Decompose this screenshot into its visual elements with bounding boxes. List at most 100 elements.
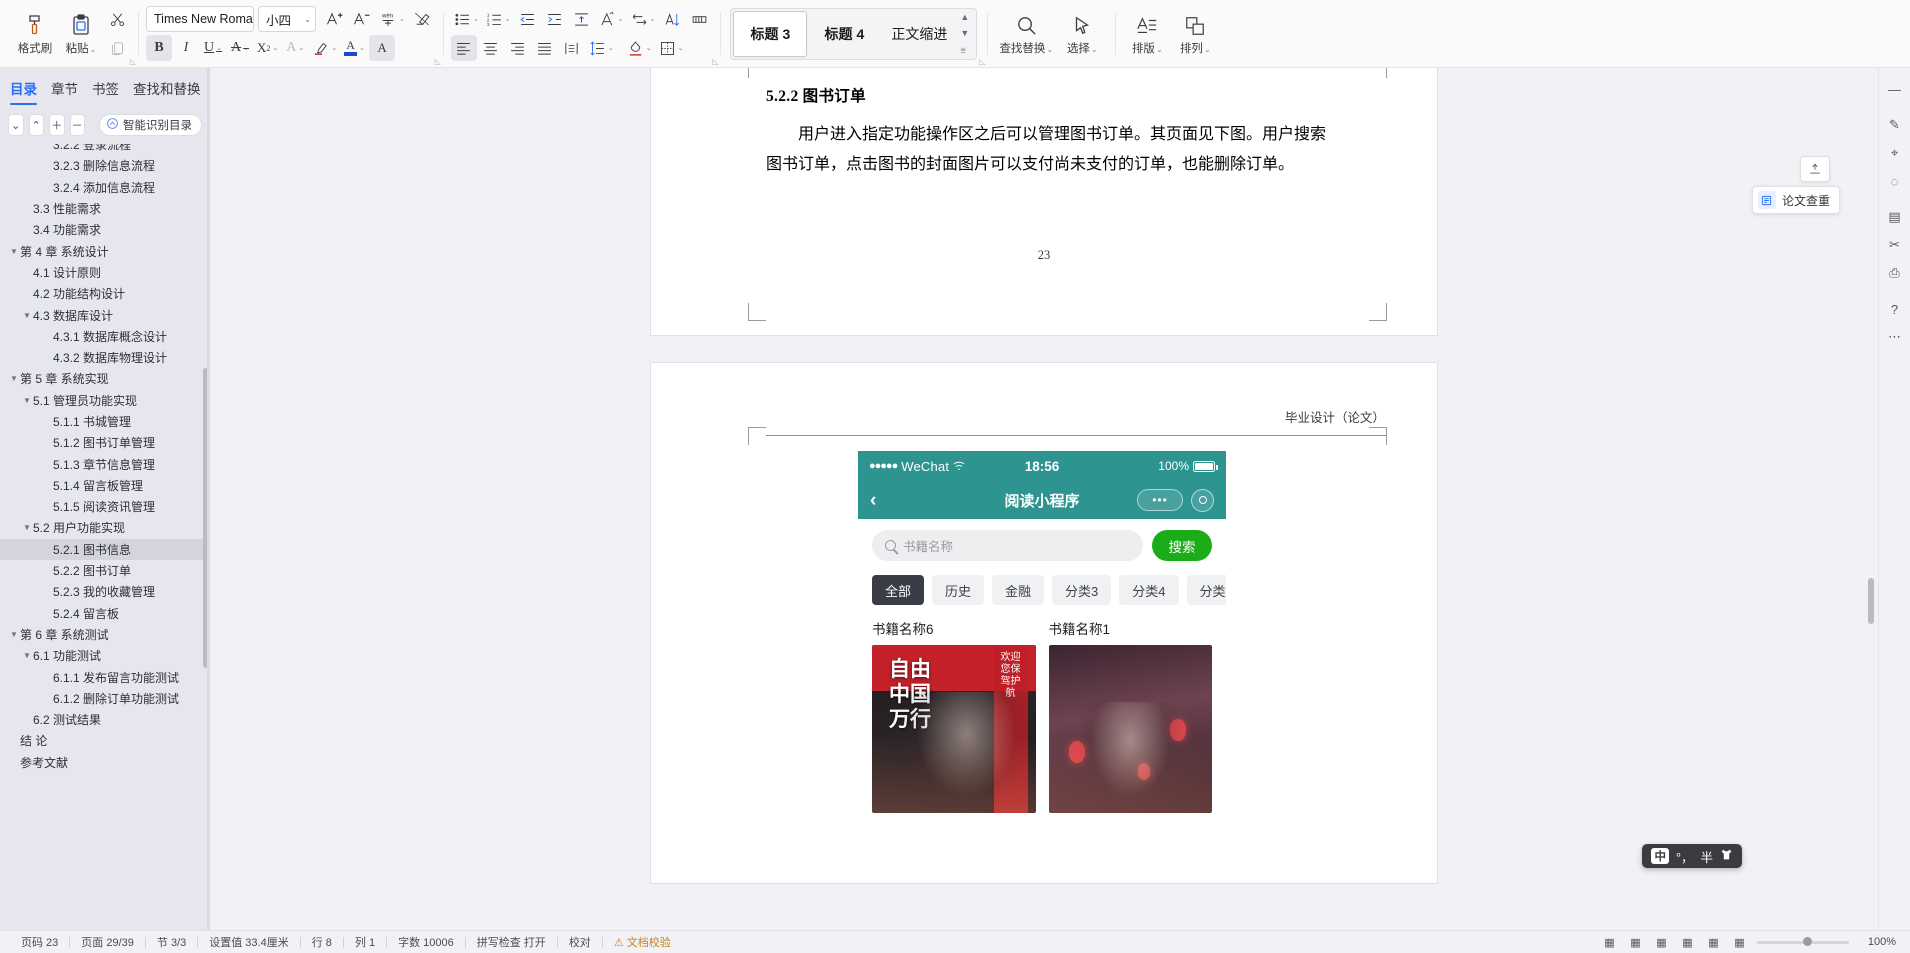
document-page-1[interactable]: 5.2.2 图书订单 用户进入指定功能操作区之后可以管理图书订单。其页面见下图。… <box>651 68 1437 335</box>
toc-item[interactable]: ▼5.1.5 阅读资讯管理 <box>0 496 210 517</box>
outline-icon[interactable]: ▦ <box>1679 934 1696 951</box>
category-chip[interactable]: 分类4 <box>1119 575 1179 605</box>
style-scroll-down-icon[interactable]: ▼ <box>960 29 969 38</box>
status-item[interactable]: 页面 29/39 <box>70 934 145 950</box>
help-icon[interactable]: ? <box>1882 296 1908 322</box>
indent-extra-button[interactable] <box>569 6 595 32</box>
toc-item[interactable]: ▼ 5.2 用户功能实现 <box>0 517 210 538</box>
search-button[interactable]: 搜索 <box>1152 530 1212 561</box>
ime-width[interactable]: 半 <box>1700 847 1713 866</box>
pen-edit-icon[interactable]: ✎ <box>1882 112 1908 138</box>
zoom-value[interactable]: 100% <box>1858 936 1896 948</box>
toc-list[interactable]: ▼3.2.2 登录流程▼3.2.3 删除信息流程▼3.2.4 添加信息流程▼3.… <box>0 144 210 930</box>
clear-formatting-button[interactable] <box>409 6 435 32</box>
twisty-expanded-icon[interactable]: ▼ <box>8 630 20 639</box>
nav-tab-chapters[interactable]: 章节 <box>51 78 78 105</box>
toc-item[interactable]: ▼3.2.4 添加信息流程 <box>0 177 210 198</box>
style-item-body-indent[interactable]: 正文缩进 <box>881 11 957 57</box>
asian-layout-button[interactable]: ⌄ <box>596 6 627 32</box>
shading-button[interactable]: ⌄ <box>624 35 655 61</box>
styles-dialog-launcher[interactable]: ◺ <box>979 58 985 66</box>
document-scrollbar-thumb[interactable] <box>1868 578 1874 624</box>
twisty-expanded-icon[interactable]: ▼ <box>8 247 20 256</box>
document-canvas[interactable]: 5.2.2 图书订单 用户进入指定功能操作区之后可以管理图书订单。其页面见下图。… <box>210 68 1878 930</box>
skin-icon[interactable] <box>1720 848 1733 864</box>
copy-button[interactable] <box>104 35 130 61</box>
category-chip[interactable]: 分类5 <box>1186 575 1226 605</box>
numbered-list-button[interactable]: 1 2 3 ⌄ <box>483 6 514 32</box>
collapse-card-button[interactable] <box>1800 156 1830 182</box>
toc-item[interactable]: ▼6.1.2 删除订单功能测试 <box>0 688 210 709</box>
category-chip[interactable]: 全部 <box>872 575 925 605</box>
increase-indent-button[interactable] <box>542 6 568 32</box>
ime-indicator[interactable]: 中 °， 半 <box>1642 844 1742 868</box>
style-scroll-up-icon[interactable]: ▲ <box>960 12 969 22</box>
arrange-button[interactable]: 排列⌄ <box>1171 4 1219 64</box>
grow-font-button[interactable] <box>322 6 348 32</box>
select-button[interactable]: 选择⌄ <box>1057 4 1107 64</box>
print-layout-icon[interactable]: ▦ <box>1627 934 1644 951</box>
ime-mode[interactable]: 中 <box>1651 848 1669 864</box>
nav-tab-toc[interactable]: 目录 <box>10 78 37 105</box>
expand-level-button[interactable]: ＋ <box>49 114 65 136</box>
toc-item[interactable]: ▼4.3.2 数据库物理设计 <box>0 347 210 368</box>
ime-punctuation[interactable]: °， <box>1676 847 1694 866</box>
picture-icon[interactable]: ▤ <box>1882 204 1908 230</box>
category-chip[interactable]: 分类3 <box>1052 575 1112 605</box>
comment-icon[interactable]: ▦ <box>1731 934 1748 951</box>
line-spacing-button[interactable]: ⌄ <box>586 35 617 61</box>
distribute-button[interactable] <box>559 35 585 61</box>
font-family-combo[interactable]: Times New Roma⌄ <box>146 6 266 32</box>
toc-item[interactable]: ▼5.2.3 我的收藏管理 <box>0 581 210 602</box>
toc-item[interactable]: ▼ 5.1 管理员功能实现 <box>0 390 210 411</box>
book-cover-image[interactable]: 欢迎您保驾护航 自由中国万行 <box>872 645 1036 813</box>
clipboard-dialog-launcher[interactable]: ◺ <box>130 58 136 66</box>
smart-toc-button[interactable]: 智能识别目录 <box>99 114 202 136</box>
character-shading-button[interactable]: A <box>369 35 396 61</box>
twisty-expanded-icon[interactable]: ▼ <box>21 311 33 320</box>
collapse-level-button[interactable]: － <box>69 114 85 136</box>
category-chip[interactable]: 金融 <box>992 575 1045 605</box>
toc-item[interactable]: ▼ 第 5 章 系统实现 <box>0 368 210 389</box>
toc-item[interactable]: ▼6.2 测试结果 <box>0 709 210 730</box>
italic-button[interactable]: I <box>173 35 199 61</box>
strikethrough-button[interactable]: A ⌄ <box>227 35 253 61</box>
nav-tab-find-replace[interactable]: 查找和替换 <box>133 78 201 105</box>
status-item[interactable]: 字数 10006 <box>387 934 465 950</box>
collapse-down-button[interactable]: ⌄ <box>8 114 24 136</box>
align-center-button[interactable] <box>478 35 504 61</box>
zoom-slider[interactable] <box>1757 937 1849 946</box>
category-tabs[interactable]: 全部历史金融分类3分类4分类5 <box>858 570 1226 614</box>
target-circle-icon[interactable] <box>1191 488 1214 512</box>
borders-button[interactable]: ⌄ <box>656 35 687 61</box>
font-dialog-launcher[interactable]: ◺ <box>435 58 441 66</box>
toc-item[interactable]: ▼5.1.2 图书订单管理 <box>0 432 210 453</box>
align-left-button[interactable] <box>450 35 477 61</box>
toc-item[interactable]: ▼ 4.3 数据库设计 <box>0 304 210 325</box>
web-layout-icon[interactable]: ▦ <box>1601 934 1618 951</box>
justify-button[interactable] <box>532 35 558 61</box>
paper-check-button[interactable]: 论文查重 <box>1751 186 1840 214</box>
paragraph-dialog-launcher[interactable]: ◺ <box>712 58 718 66</box>
paste-button[interactable]: 粘贴⌄ <box>58 4 104 64</box>
toc-item[interactable]: ▼3.4 功能需求 <box>0 219 210 240</box>
find-replace-button[interactable]: 查找替换⌄ <box>995 4 1057 64</box>
status-item[interactable]: 校对 <box>558 934 602 950</box>
toc-item[interactable]: ▼5.1.4 留言板管理 <box>0 475 210 496</box>
style-item-heading3[interactable]: 标题 3 <box>733 10 808 57</box>
toc-item[interactable]: ▼6.1.1 发布留言功能测试 <box>0 666 210 687</box>
toc-item[interactable]: ▼5.2.4 留言板 <box>0 603 210 624</box>
toc-item[interactable]: ▼4.3.1 数据库概念设计 <box>0 326 210 347</box>
toc-item[interactable]: ▼5.2.2 图书订单 <box>0 560 210 581</box>
phonetic-guide-button[interactable]: wén ⌄ <box>376 6 408 32</box>
scissors-icon[interactable]: ✂ <box>1882 232 1908 258</box>
underline-button[interactable]: U ⌄ <box>200 35 226 61</box>
fullscreen-icon[interactable]: ▦ <box>1705 934 1722 951</box>
cursor-icon[interactable]: ⌖ <box>1882 140 1908 166</box>
cut-button[interactable] <box>104 6 130 32</box>
align-right-button[interactable] <box>505 35 531 61</box>
toc-item[interactable]: ▼5.2.1 图书信息 <box>0 538 210 560</box>
toc-item[interactable]: ▼ 6.1 功能测试 <box>0 645 210 666</box>
status-item[interactable]: 设置值 33.4厘米 <box>198 934 299 950</box>
book-card[interactable]: 书籍名称6 欢迎您保驾护航 自由中国万行 <box>872 618 1036 813</box>
